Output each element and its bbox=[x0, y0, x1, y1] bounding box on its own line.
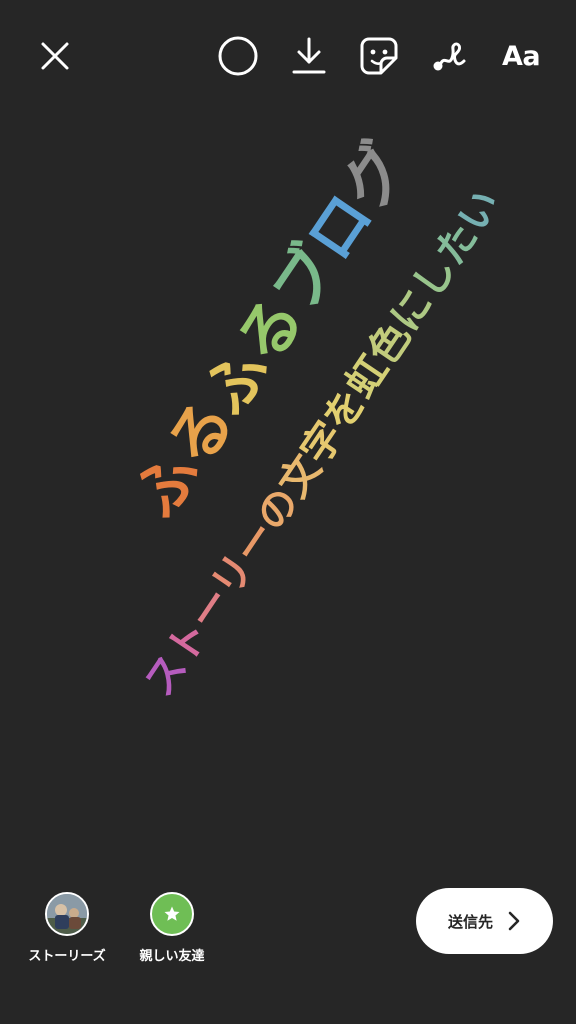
circle-icon bbox=[218, 36, 258, 76]
draw-icon bbox=[433, 42, 466, 71]
send-to-label: 送信先 bbox=[447, 912, 493, 931]
sticker-button[interactable] bbox=[357, 34, 401, 78]
story-editor-canvas: Aa ふるふるブログ ストーリーの文字を虹色にしたい ストーリーズ 親しい友達 … bbox=[0, 0, 576, 1024]
close-icon bbox=[41, 42, 69, 70]
close-friends-label: 親しい友達 bbox=[139, 949, 205, 964]
avatar-image bbox=[47, 894, 87, 934]
star-icon bbox=[164, 906, 180, 921]
share-to-close-friends[interactable]: 親しい友達 bbox=[124, 892, 220, 964]
download-button[interactable] bbox=[287, 34, 331, 78]
avatar bbox=[45, 892, 89, 936]
close-friends-badge bbox=[150, 892, 194, 936]
draw-button[interactable] bbox=[427, 34, 471, 78]
story-toolbar: Aa bbox=[0, 0, 576, 110]
stories-label: ストーリーズ bbox=[28, 949, 106, 964]
share-bar: ストーリーズ 親しい友達 送信先 bbox=[0, 888, 576, 1024]
effects-button[interactable] bbox=[216, 34, 260, 78]
share-to-stories[interactable]: ストーリーズ bbox=[18, 892, 116, 964]
text-tool-button[interactable]: Aa bbox=[496, 34, 546, 78]
close-button[interactable] bbox=[33, 34, 77, 78]
story-title-text[interactable]: ふるふるブログ bbox=[119, 130, 422, 531]
chevron-right-icon bbox=[508, 911, 520, 931]
sticker-icon bbox=[360, 37, 398, 75]
download-icon bbox=[292, 37, 326, 74]
send-to-button[interactable]: 送信先 bbox=[416, 888, 553, 954]
